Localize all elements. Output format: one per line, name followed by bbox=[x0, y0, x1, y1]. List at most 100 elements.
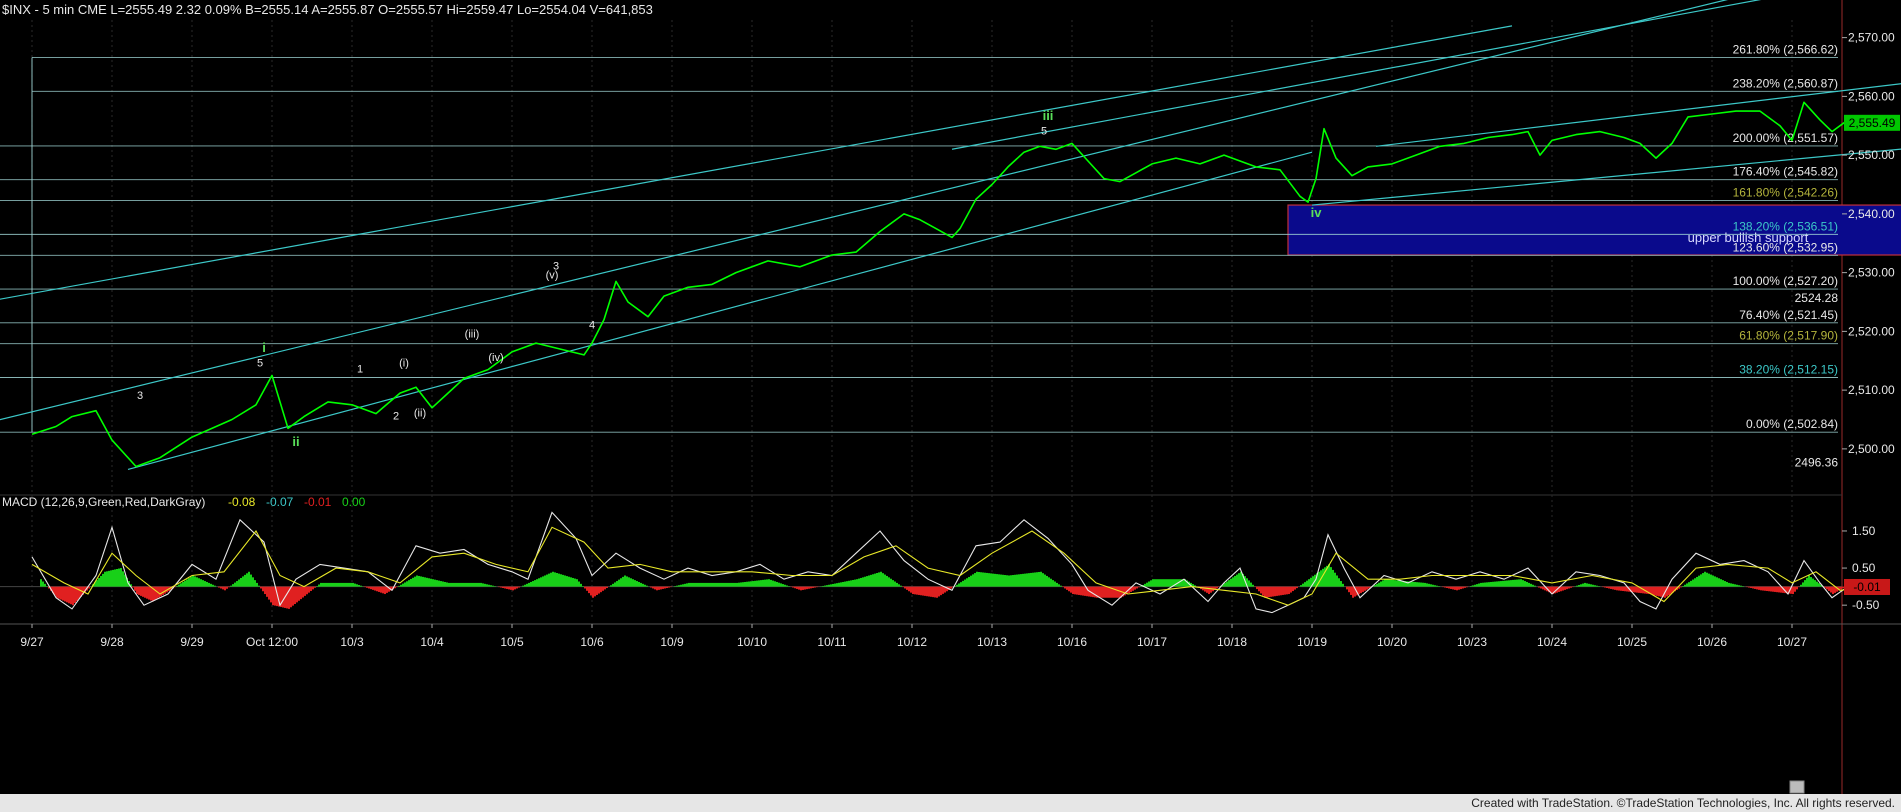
macd-histogram-bar bbox=[1056, 582, 1058, 587]
macd-histogram-bar bbox=[700, 582, 702, 587]
time-axis-label: 10/13 bbox=[977, 635, 1007, 649]
macd-histogram-bar bbox=[1518, 579, 1520, 587]
macd-histogram-bar bbox=[1484, 582, 1486, 587]
macd-histogram-bar bbox=[1804, 580, 1806, 587]
macd-histogram-bar bbox=[1750, 586, 1752, 589]
macd-histogram-bar bbox=[432, 579, 434, 587]
time-axis-label: 10/16 bbox=[1057, 635, 1087, 649]
macd-histogram-bar bbox=[1778, 586, 1780, 593]
macd-histogram-bar bbox=[1136, 586, 1138, 589]
macd-histogram-bar bbox=[1714, 576, 1716, 587]
macd-histogram-bar bbox=[824, 585, 826, 587]
macd-histogram-bar bbox=[206, 581, 208, 587]
macd-histogram-bar bbox=[1266, 586, 1268, 598]
macd-histogram-bar bbox=[262, 586, 264, 592]
macd-histogram-bar bbox=[1682, 586, 1684, 587]
macd-histogram-bar bbox=[1568, 586, 1570, 589]
macd-histogram-bar bbox=[210, 583, 212, 587]
macd-histogram-bar bbox=[1594, 585, 1596, 587]
macd-histogram-bar bbox=[374, 586, 376, 591]
macd-histogram-bar bbox=[208, 582, 210, 587]
macd-histogram-bar bbox=[1458, 586, 1460, 590]
macd-histogram-bar bbox=[984, 572, 986, 587]
wave-label: (iii) bbox=[465, 328, 480, 340]
macd-histogram-bar bbox=[1304, 582, 1306, 587]
macd-histogram-bar bbox=[970, 575, 972, 587]
macd-histogram-bar bbox=[686, 583, 688, 587]
macd-histogram-bar bbox=[66, 586, 68, 603]
macd-histogram-bar bbox=[524, 584, 526, 587]
macd-histogram-bar bbox=[1482, 582, 1484, 587]
macd-histogram-bar bbox=[850, 580, 852, 587]
macd-histogram-bar bbox=[660, 586, 662, 590]
macd-histogram-bar bbox=[716, 582, 718, 587]
macd-histogram-bar bbox=[1542, 586, 1544, 590]
macd-histogram-bar bbox=[1510, 580, 1512, 587]
macd-histogram-bar bbox=[1104, 586, 1106, 598]
macd-histogram-bar bbox=[560, 574, 562, 587]
macd-histogram-bar bbox=[736, 582, 738, 587]
macd-histogram-bar bbox=[1534, 585, 1536, 587]
macd-histogram-bar bbox=[1284, 586, 1286, 595]
macd-histogram-bar bbox=[1108, 586, 1110, 598]
macd-histogram-bar bbox=[1084, 586, 1086, 596]
macd-histogram-bar bbox=[460, 582, 462, 587]
macd-histogram-bar bbox=[1560, 586, 1562, 592]
macd-histogram-bar bbox=[1290, 586, 1292, 593]
macd-histogram-bar bbox=[1694, 578, 1696, 587]
macd-histogram-bar bbox=[1132, 586, 1134, 591]
macd-histogram-bar bbox=[1476, 584, 1478, 587]
macd-histogram-bar bbox=[178, 584, 180, 587]
macd-histogram-bar bbox=[1020, 574, 1022, 587]
macd-histogram-bar bbox=[584, 586, 586, 589]
macd-histogram-bar bbox=[912, 586, 914, 595]
macd-histogram-bar bbox=[1692, 579, 1694, 587]
macd-histogram-bar bbox=[870, 574, 872, 587]
macd-histogram-bar bbox=[928, 586, 930, 597]
fib-level-label: 176.40% (2,545.82) bbox=[1733, 165, 1838, 179]
macd-histogram-bar bbox=[536, 579, 538, 587]
macd-histogram-bar bbox=[1392, 579, 1394, 587]
macd-histogram-bar bbox=[1620, 586, 1622, 591]
macd-histogram-bar bbox=[308, 586, 310, 593]
macd-histogram-bar bbox=[1038, 572, 1040, 587]
macd-histogram-bar bbox=[1078, 586, 1080, 595]
macd-histogram-bar bbox=[1764, 586, 1766, 591]
macd-histogram-bar bbox=[614, 582, 616, 587]
last-price-label: 2,555.49 bbox=[1849, 116, 1896, 130]
macd-histogram-bar bbox=[1422, 582, 1424, 587]
macd-histogram-bar bbox=[938, 586, 940, 597]
macd-histogram-bar bbox=[1432, 584, 1434, 587]
price-chart[interactable]: upper bullish supportlower bullish suppo… bbox=[0, 0, 1901, 812]
macd-histogram-bar bbox=[378, 586, 380, 592]
macd-histogram-bar bbox=[1654, 586, 1656, 596]
macd-histogram-bar bbox=[1050, 578, 1052, 587]
macd-histogram-bar bbox=[846, 581, 848, 587]
time-axis-label: 10/17 bbox=[1137, 635, 1167, 649]
wave-label: (v) bbox=[546, 270, 559, 282]
macd-histogram-bar bbox=[576, 579, 578, 587]
macd-histogram-bar bbox=[1338, 578, 1340, 587]
macd-histogram-bar bbox=[250, 574, 252, 587]
macd-histogram-bar bbox=[1028, 573, 1030, 587]
macd-histogram-bar bbox=[1424, 582, 1426, 587]
macd-histogram-bar bbox=[1576, 585, 1578, 587]
macd-histogram-bar bbox=[302, 586, 304, 598]
macd-histogram-bar bbox=[1164, 579, 1166, 587]
macd-histogram-bar bbox=[712, 582, 714, 587]
macd-histogram-bar bbox=[1236, 574, 1238, 587]
macd-histogram-bar bbox=[766, 579, 768, 587]
macd-histogram-bar bbox=[248, 571, 250, 587]
macd-histogram-bar bbox=[254, 580, 256, 587]
macd-histogram-bar bbox=[1710, 574, 1712, 587]
macd-histogram-bar bbox=[1082, 586, 1084, 596]
macd-histogram-bar bbox=[1230, 578, 1232, 587]
macd-histogram-bar bbox=[1292, 586, 1294, 592]
macd-histogram-bar bbox=[990, 573, 992, 587]
chart-header: $INX - 5 min CME L=2555.49 2.32 0.09% B=… bbox=[2, 2, 653, 17]
macd-histogram-bar bbox=[598, 586, 600, 594]
macd-histogram-bar bbox=[554, 572, 556, 587]
macd-histogram-bar bbox=[1492, 581, 1494, 587]
macd-histogram-bar bbox=[876, 573, 878, 587]
macd-histogram-bar bbox=[412, 577, 414, 587]
